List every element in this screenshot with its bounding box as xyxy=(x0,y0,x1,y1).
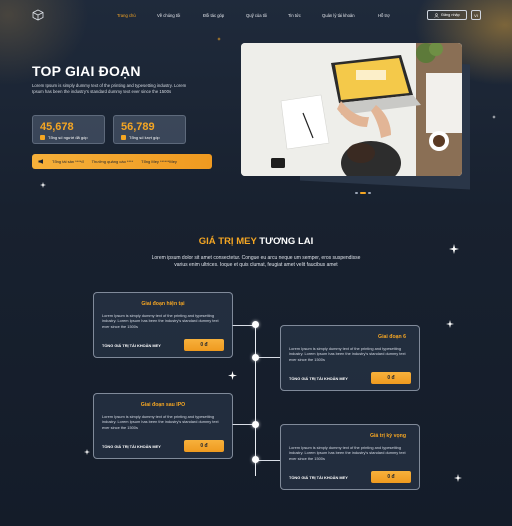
sparkle-icon xyxy=(454,474,462,482)
card-text: Lorem Ipsum is simply dummy text of the … xyxy=(102,414,219,430)
section-description: Lorem ipsum dolor sit amet consectetur. … xyxy=(151,255,361,268)
card-title: Giai đoạn 6 xyxy=(378,334,406,340)
timeline-connector xyxy=(256,460,280,461)
stage-card-post-ipo: Giai đoạn sau IPO Lorem Ipsum is simply … xyxy=(93,393,233,459)
card-text: Lorem Ipsum is simply dummy text of the … xyxy=(289,445,406,461)
stat-label: Tổng số lượt góp xyxy=(129,135,160,140)
card-title: Giai đoạn hiện tại xyxy=(141,301,185,307)
card-label: TỔNG GIÁ TRỊ TÀI KHOẢN MEY xyxy=(289,376,348,381)
pager-dot[interactable] xyxy=(367,192,371,194)
hero-description: Lorem Ipsum is simply dummy text of the … xyxy=(32,83,187,94)
sparkle-icon xyxy=(228,371,237,380)
timeline-node xyxy=(252,456,259,463)
card-text: Lorem Ipsum is simply dummy text of the … xyxy=(289,346,406,362)
stat-value: 56,789 xyxy=(121,121,155,133)
login-button[interactable]: Đăng nhập xyxy=(427,10,467,20)
timeline-connector xyxy=(256,357,280,358)
stage-card-current: Giai đoạn hiện tại Lorem Ipsum is simply… xyxy=(93,292,233,358)
ticker-item: Thưởng quảng cáo **** xyxy=(91,159,134,164)
stat-contributions: 56,789 Tổng số lượt góp xyxy=(113,115,186,144)
user-icon xyxy=(434,12,439,18)
card-label: TỔNG GIÁ TRỊ TÀI KHOẢN MEY xyxy=(289,475,348,480)
nav-my-fund[interactable]: Quỹ của tôi xyxy=(246,13,267,18)
sparkle-icon xyxy=(40,182,46,188)
card-value-button[interactable]: 0 đ xyxy=(184,440,224,452)
language-label: VI xyxy=(474,12,478,18)
people-icon xyxy=(40,135,45,140)
ticker-bar: Tổng tài sản ****đ Thưởng quảng cáo ****… xyxy=(32,154,212,169)
stat-label: Tổng số người đã góp xyxy=(48,135,88,140)
sparkle-icon xyxy=(446,320,454,328)
section-title-accent: GIÁ TRỊ MEY xyxy=(198,236,257,247)
card-label: TỔNG GIÁ TRỊ TÀI KHOẢN MEY xyxy=(102,343,161,348)
sparkle-icon xyxy=(217,37,221,41)
card-title: Giá trị kỳ vọng xyxy=(369,433,406,439)
card-label: TỔNG GIÁ TRỊ TÀI KHOẢN MEY xyxy=(102,444,161,449)
card-text: Lorem Ipsum is simply dummy text of the … xyxy=(102,313,219,329)
card-value-button[interactable]: 0 đ xyxy=(371,471,411,483)
carousel-pager[interactable] xyxy=(355,192,371,195)
hero-title: TOP GIAI ĐOẠN xyxy=(32,63,141,79)
sparkle-icon xyxy=(492,115,496,119)
stat-contributors: 45,678 Tổng số người đã góp xyxy=(32,115,105,144)
language-switch[interactable]: VI xyxy=(471,10,481,20)
nav-account[interactable]: Quản lý tài khoản xyxy=(322,13,355,18)
megaphone-icon xyxy=(38,159,43,164)
stage-card-6: Giai đoạn 6 Lorem Ipsum is simply dummy … xyxy=(280,325,420,391)
stat-value: 45,678 xyxy=(40,121,74,133)
nav-home[interactable]: Trang chủ xyxy=(117,13,136,18)
pager-dot[interactable] xyxy=(355,192,359,194)
nav-support[interactable]: Hỗ trợ xyxy=(378,13,390,18)
chart-icon xyxy=(121,135,126,140)
section-title-rest: TƯƠNG LAI xyxy=(259,236,314,247)
card-value-button[interactable]: 0 đ xyxy=(184,339,224,351)
pager-dot-active[interactable] xyxy=(360,192,366,194)
stage-card-expected: Giá trị kỳ vọng Lorem Ipsum is simply du… xyxy=(280,424,420,490)
nav-partners[interactable]: Đối tác góp xyxy=(203,13,224,18)
nav-about[interactable]: Về chúng tôi xyxy=(157,13,180,18)
timeline-node xyxy=(252,321,259,328)
ticker-item: Tổng tài sản ****đ xyxy=(52,159,84,164)
timeline-line xyxy=(255,324,257,476)
card-value-button[interactable]: 0 đ xyxy=(371,372,411,384)
login-label: Đăng nhập xyxy=(441,13,460,17)
ticker-item: Tổng Mey ******Mey xyxy=(141,159,177,164)
timeline-node xyxy=(252,354,259,361)
section-title: GIÁ TRỊ MEY TƯƠNG LAI xyxy=(0,236,512,247)
timeline-node xyxy=(252,421,259,428)
logo-icon[interactable] xyxy=(32,9,44,21)
card-title: Giai đoạn sau IPO xyxy=(140,402,186,408)
hero-photo xyxy=(241,43,462,176)
workspace-illustration xyxy=(241,43,462,176)
nav-news[interactable]: Tin tức xyxy=(288,13,301,18)
sparkle-icon xyxy=(84,449,90,455)
